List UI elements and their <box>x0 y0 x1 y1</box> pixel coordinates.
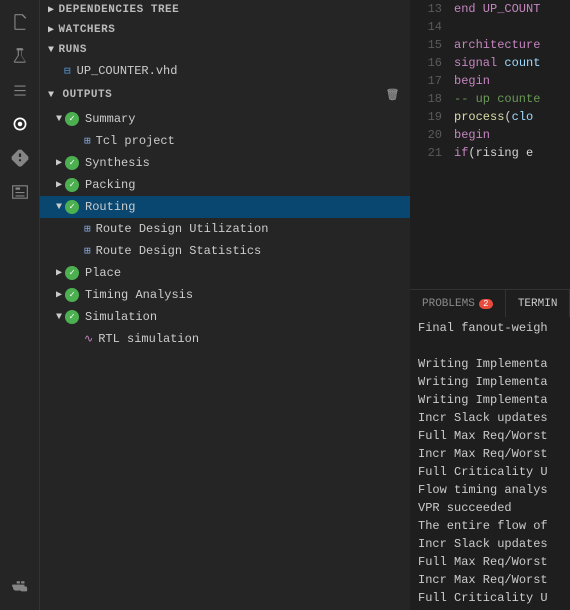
code-line-16: 16 signal count <box>410 54 570 72</box>
terminal-line: Incr Max Req/Worst <box>410 445 570 463</box>
code-line-21: 21 if(rising e <box>410 144 570 162</box>
activity-bar <box>0 0 40 610</box>
check-icon: ✓ <box>65 200 79 214</box>
code-line-18: 18 -- up counte <box>410 90 570 108</box>
code-line-20: 20 begin <box>410 126 570 144</box>
check-icon: ✓ <box>65 288 79 302</box>
terminal-line: VPR succeeded <box>410 499 570 517</box>
code-line-13: 13 end UP_COUNT <box>410 0 570 18</box>
sidebar: ▶ DEPENDENCIES TREE ▶ WATCHERS ▼ RUNS ⊟ … <box>40 0 410 610</box>
output-item-route-design-utilization[interactable]: ⊞ Route Design Utilization <box>40 218 410 240</box>
terminal-line: Flow timing analys <box>410 481 570 499</box>
terminal-output: Final fanout-weigh Writing Implementa Wr… <box>410 317 570 610</box>
code-line-15: 15 architecture <box>410 36 570 54</box>
output-item-rtl-simulation[interactable]: ∿ RTL simulation <box>40 328 410 350</box>
output-item-packing[interactable]: ▶ ✓ Packing <box>40 174 410 196</box>
terminal-line: Full Criticality U <box>410 463 570 481</box>
doc-icon: ⊞ <box>84 222 91 236</box>
docker-icon[interactable] <box>6 574 34 602</box>
output-item-routing[interactable]: ▼ ✓ Routing <box>40 196 410 218</box>
code-line-14: 14 <box>410 18 570 36</box>
runs-header[interactable]: ▼ RUNS <box>40 40 410 60</box>
code-line-17: 17 begin <box>410 72 570 90</box>
output-item-summary[interactable]: ▼ ✓ Summary <box>40 108 410 130</box>
output-item-route-design-statistics[interactable]: ⊞ Route Design Statistics <box>40 240 410 262</box>
tab-terminal[interactable]: TERMIN <box>506 290 570 318</box>
check-icon: ✓ <box>65 156 79 170</box>
tab-problems[interactable]: PROBLEMS 2 <box>410 290 506 318</box>
check-icon: ✓ <box>65 112 79 126</box>
check-icon: ✓ <box>65 266 79 280</box>
output-item-timing-analysis[interactable]: ▶ ✓ Timing Analysis <box>40 284 410 306</box>
main-area: 13 end UP_COUNT 14 15 architecture 16 si… <box>410 0 570 610</box>
chevron-down-icon: ▼ <box>56 114 62 125</box>
chevron-down-icon: ▼ <box>48 90 55 101</box>
terminal-tabs: PROBLEMS 2 TERMIN <box>410 289 570 317</box>
vunit-icon[interactable] <box>6 110 34 138</box>
explorer-icon[interactable] <box>6 8 34 36</box>
doc-icon: ⊞ <box>84 244 91 258</box>
terminal-line <box>410 337 570 355</box>
terminal-line: Writing Implementa <box>410 391 570 409</box>
doc-icon: ⊞ <box>84 134 91 148</box>
git-icon[interactable] <box>6 144 34 172</box>
trash-icon[interactable]: 🗑 <box>384 86 402 104</box>
terminal-line: Incr Slack updates <box>410 535 570 553</box>
problems-badge: 2 <box>479 299 493 309</box>
terminal-line: Writing Implementa <box>410 373 570 391</box>
chevron-right-icon: ▶ <box>56 179 62 191</box>
terminal-line: Writing Implementa <box>410 355 570 373</box>
output-item-simulation[interactable]: ▼ ✓ Simulation <box>40 306 410 328</box>
chevron-right-icon: ▶ <box>48 24 55 36</box>
check-icon: ✓ <box>65 178 79 192</box>
output-item-tcl[interactable]: ⊞ Tcl project <box>40 130 410 152</box>
extensions-icon[interactable] <box>6 76 34 104</box>
chevron-right-icon: ▶ <box>56 289 62 301</box>
boards-icon[interactable] <box>6 178 34 206</box>
output-item-place[interactable]: ▶ ✓ Place <box>40 262 410 284</box>
vhd-icon: ⊟ <box>64 64 71 78</box>
flask-icon[interactable] <box>6 42 34 70</box>
code-lines: 13 end UP_COUNT 14 15 architecture 16 si… <box>410 0 570 162</box>
chevron-down-icon: ▼ <box>48 45 55 56</box>
outputs-header: ▼ OUTPUTS 🗑 <box>40 82 410 108</box>
outputs-section: ▼ OUTPUTS 🗑 ▼ ✓ Summary ⊞ Tcl project ▶ … <box>40 82 410 610</box>
code-line-19: 19 process(clo <box>410 108 570 126</box>
terminal-line: Final fanout-weigh <box>410 319 570 337</box>
chevron-down-icon: ▼ <box>56 312 62 323</box>
editor-area: 13 end UP_COUNT 14 15 architecture 16 si… <box>410 0 570 289</box>
chevron-down-icon: ▼ <box>56 202 62 213</box>
terminal-line: Incr Slack updates <box>410 409 570 427</box>
wave-icon: ∿ <box>84 332 93 346</box>
terminal-line: Full Criticality U <box>410 589 570 607</box>
dependencies-tree-header[interactable]: ▶ DEPENDENCIES TREE <box>40 0 410 20</box>
run-item-up-counter[interactable]: ⊟ UP_COUNTER.vhd <box>40 60 410 82</box>
terminal-line: The entire flow of <box>410 517 570 535</box>
output-item-synthesis[interactable]: ▶ ✓ Synthesis <box>40 152 410 174</box>
chevron-right-icon: ▶ <box>48 4 55 16</box>
terminal-line: Full Max Req/Worst <box>410 553 570 571</box>
chevron-right-icon: ▶ <box>56 267 62 279</box>
chevron-right-icon: ▶ <box>56 157 62 169</box>
watchers-header[interactable]: ▶ WATCHERS <box>40 20 410 40</box>
terminal-line: Full Max Req/Worst <box>410 427 570 445</box>
terminal-line: Incr Max Req/Worst <box>410 571 570 589</box>
check-icon: ✓ <box>65 310 79 324</box>
